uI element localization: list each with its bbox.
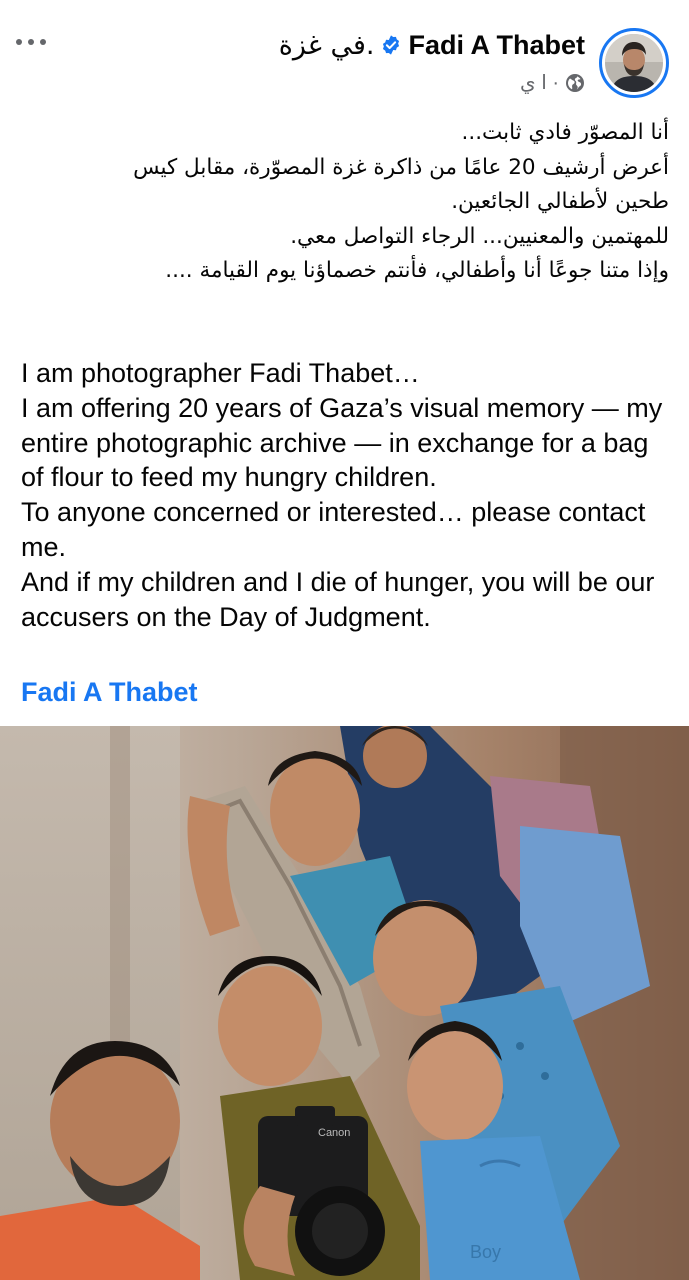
arabic-line: أنا المصوّر فادي ثابت... xyxy=(461,120,669,145)
post-text-english: I am photographer Fadi Thabet… I am offe… xyxy=(21,356,676,634)
english-line: To anyone concerned or interested… pleas… xyxy=(21,497,646,562)
english-line: And if my children and I die of hunger, … xyxy=(21,566,655,632)
avatar[interactable] xyxy=(599,28,669,98)
author-line: في غزة. Fadi A Thabet xyxy=(279,28,585,62)
post-meta: ا ي · xyxy=(520,70,585,95)
location-text[interactable]: في غزة. xyxy=(279,30,375,61)
english-line: I am photographer Fadi Thabet… xyxy=(21,358,420,388)
post-header: في غزة. Fadi A Thabet ا ي · xyxy=(0,0,689,110)
arabic-line: وإذا متنا جوعًا أنا وأطفالي، فأنتم خصماؤ… xyxy=(165,258,669,283)
post-photo[interactable]: Canon Boy xyxy=(0,726,689,1280)
author-name[interactable]: Fadi A Thabet xyxy=(408,30,585,61)
english-line: I am offering 20 years of Gaza’s visual … xyxy=(21,392,663,493)
more-options-icon[interactable] xyxy=(16,30,56,54)
profile-photo xyxy=(605,34,663,92)
post-time[interactable]: ا ي · xyxy=(520,70,559,95)
shirt-text: Boy xyxy=(470,1242,501,1262)
author-link[interactable]: Fadi A Thabet xyxy=(21,677,198,708)
arabic-line: للمهتمين والمعنيين... الرجاء التواصل معي… xyxy=(290,223,669,249)
verified-badge-icon xyxy=(383,35,400,55)
arabic-line: طحين لأطفالي الجائعين. xyxy=(451,189,669,214)
photo-image: Canon Boy xyxy=(0,726,689,1280)
camera-brand-label: Canon xyxy=(318,1127,350,1139)
globe-icon[interactable] xyxy=(565,73,585,93)
arabic-line: أعرض أرشيف 20 عامًا من ذاكرة غزة المصوّر… xyxy=(133,154,669,180)
post-text-arabic: أنا المصوّر فادي ثابت... أعرض أرشيف 20 ع… xyxy=(20,116,669,289)
